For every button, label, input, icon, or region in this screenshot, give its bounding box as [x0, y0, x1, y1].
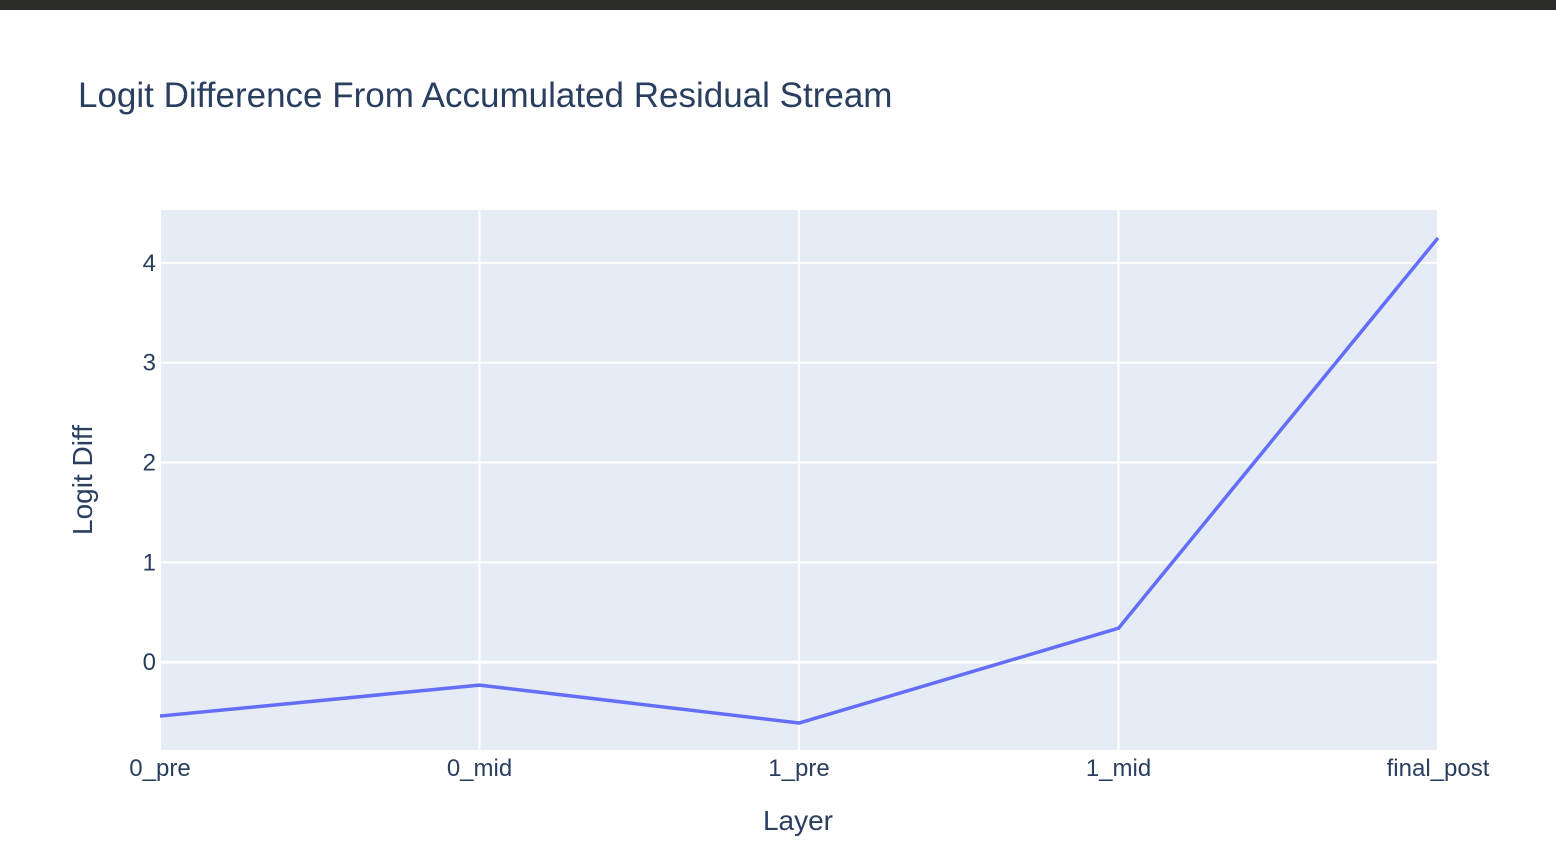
line-chart: 0 1 2 3 4 0_pre 0_mid 1_pre 1_mid final_post Lay…: [67, 210, 1490, 836]
y-axis-ticks: 0 1 2 3 4: [143, 250, 156, 676]
x-axis-ticks: 0_pre 0_mid 1_pre 1_mid final_post: [129, 755, 1489, 782]
x-tick-label: 0_pre: [129, 755, 190, 782]
y-tick-label: 2: [143, 450, 156, 477]
x-tick-label: 1_pre: [768, 755, 829, 782]
y-axis-title: Logit Diff: [67, 425, 98, 535]
y-tick-label: 3: [143, 350, 156, 377]
x-tick-label: 0_mid: [447, 755, 512, 782]
y-tick-label: 4: [143, 250, 156, 277]
x-tick-label: 1_mid: [1086, 755, 1151, 782]
y-tick-label: 1: [143, 549, 156, 576]
x-tick-label: final_post: [1387, 755, 1490, 782]
x-axis-title: Layer: [763, 805, 833, 836]
y-tick-label: 0: [143, 649, 156, 676]
